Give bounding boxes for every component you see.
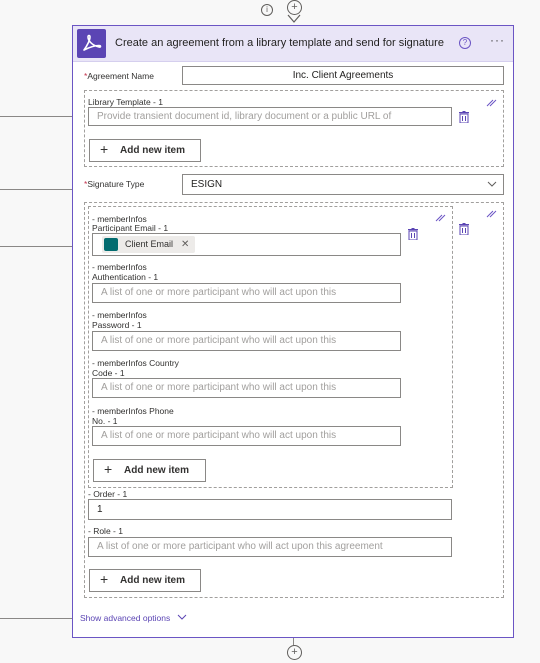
agreement-name-input[interactable]: Inc. Client Agreements <box>182 66 504 85</box>
client-email-token[interactable]: Client Email ✕ <box>102 236 195 253</box>
help-icon[interactable]: ? <box>459 37 471 49</box>
phone-group: - memberInfos Phone <box>92 406 174 416</box>
switch-input-mode-icon[interactable] <box>486 210 498 218</box>
phone-input[interactable]: A list of one or more participant who wi… <box>92 426 401 446</box>
show-advanced-options-link[interactable]: Show advanced options <box>80 613 187 623</box>
country-code-input[interactable]: A list of one or more participant who wi… <box>92 378 401 398</box>
country-code-label: Code - 1 <box>92 368 125 378</box>
info-icon[interactable]: i <box>261 4 273 16</box>
add-library-template-button[interactable]: + Add new item <box>89 139 201 162</box>
switch-input-mode-icon[interactable] <box>486 99 498 107</box>
delete-member-info-icon[interactable] <box>408 228 418 240</box>
chevron-down-icon <box>487 181 497 187</box>
remove-token-icon[interactable]: ✕ <box>181 236 189 253</box>
connector-line-advanced <box>0 618 76 619</box>
country-code-group: - memberInfos Country <box>92 358 179 368</box>
phone-label: No. - 1 <box>92 416 118 426</box>
insert-step-top-button[interactable]: + <box>287 0 302 15</box>
card-title: Create an agreement from a library templ… <box>115 37 444 49</box>
switch-input-mode-icon[interactable] <box>435 214 447 222</box>
delete-library-template-icon[interactable] <box>459 111 469 123</box>
password-group: - memberInfos <box>92 310 147 320</box>
password-input[interactable]: A list of one or more participant who wi… <box>92 331 401 351</box>
plus-icon: + <box>100 141 109 157</box>
more-options-icon[interactable]: ··· <box>490 33 505 47</box>
signature-type-label: *Signature Type <box>84 179 145 189</box>
authentication-group: - memberInfos <box>92 262 147 272</box>
role-label: - Role - 1 <box>88 526 123 536</box>
chevron-down-icon <box>177 614 186 620</box>
order-label: - Order - 1 <box>88 489 128 499</box>
add-member-info-button[interactable]: + Add new item <box>93 459 206 482</box>
order-input[interactable]: 1 <box>88 499 452 520</box>
add-participant-button[interactable]: + Add new item <box>89 569 201 592</box>
adobe-sign-logo <box>77 29 106 58</box>
participant-email-label: Participant Email - 1 <box>92 223 169 233</box>
card-header[interactable]: Create an agreement from a library templ… <box>73 26 513 62</box>
delete-participant-icon[interactable] <box>459 223 469 235</box>
insert-step-bottom-button[interactable]: + <box>287 645 302 660</box>
plus-icon: + <box>100 571 109 587</box>
password-label: Password - 1 <box>92 320 142 330</box>
library-template-input[interactable]: Provide transient document id, library d… <box>88 107 452 126</box>
sharepoint-icon <box>104 238 118 251</box>
arrow-down-icon <box>287 14 301 23</box>
signature-type-select[interactable]: ESIGN <box>182 174 504 195</box>
library-template-label: Library Template - 1 <box>88 97 163 107</box>
adobe-acrobat-icon <box>83 34 102 51</box>
authentication-input[interactable]: A list of one or more participant who wi… <box>92 283 401 303</box>
connector-line-library <box>0 116 83 117</box>
agreement-name-label: *Agreement Name <box>84 71 154 81</box>
role-input[interactable]: A list of one or more participant who wi… <box>88 537 452 557</box>
authentication-label: Authentication - 1 <box>92 272 159 282</box>
plus-icon: + <box>104 461 113 477</box>
